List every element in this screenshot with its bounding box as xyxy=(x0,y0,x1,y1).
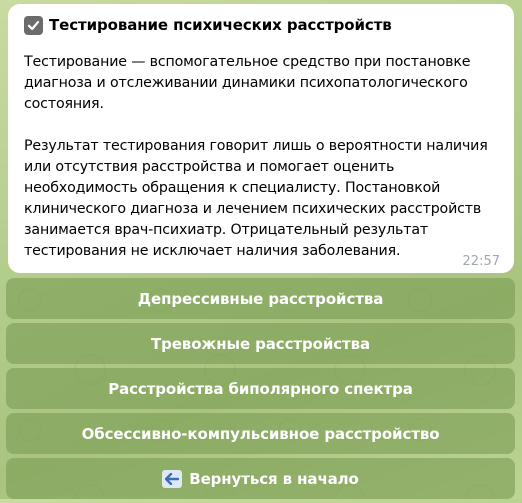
message-title-row: Тестирование психических расстройств xyxy=(24,14,502,36)
button-label: Депрессивные расстройства xyxy=(137,289,384,308)
message-paragraph-disclaimer: Результат тестирования говорит лишь о ве… xyxy=(24,138,488,259)
message-timestamp: 22:57 xyxy=(462,254,500,269)
message-title: Тестирование психических расстройств xyxy=(49,16,392,34)
anxiety-disorders-button[interactable]: Тревожные расстройства xyxy=(6,323,515,364)
bipolar-spectrum-button[interactable]: Расстройства биполярного спектра xyxy=(6,368,515,409)
ocd-button[interactable]: Обсессивно-компульсивное расстройство xyxy=(6,413,515,454)
depressive-disorders-button[interactable]: Депрессивные расстройства xyxy=(6,278,515,319)
check-box-icon xyxy=(24,15,43,35)
inline-keyboard: Депрессивные расстройства Тревожные расс… xyxy=(6,278,515,503)
button-label: Вернуться в начало xyxy=(189,469,359,488)
back-to-start-button[interactable]: Вернуться в начало xyxy=(6,458,515,499)
back-arrow-icon xyxy=(162,469,183,488)
message-paragraph-intro: Тестирование — вспомогательное средство … xyxy=(24,54,471,112)
button-label: Расстройства биполярного спектра xyxy=(108,379,413,398)
button-label: Тревожные расстройства xyxy=(150,334,371,353)
button-label: Обсессивно-компульсивное расстройство xyxy=(81,424,440,443)
message-bubble: Тестирование психических расстройств Тес… xyxy=(8,4,514,273)
